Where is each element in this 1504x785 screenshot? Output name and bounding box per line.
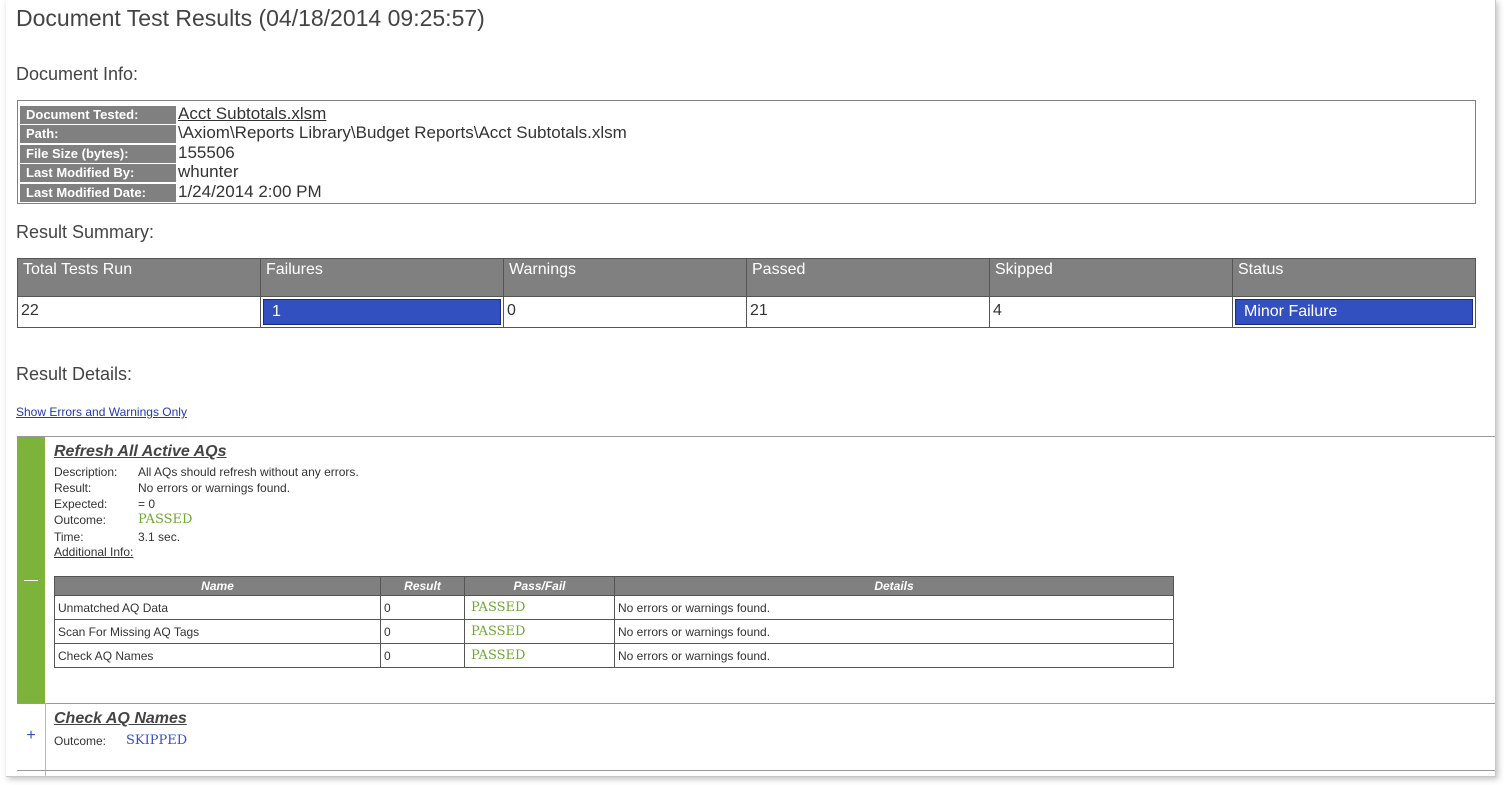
result-cell: 0 (380, 643, 465, 668)
document-info-box: Document Tested: Acct Subtotals.xlsm Pat… (17, 100, 1476, 204)
sub-results-table: Name Result Pass/Fail Details Unmatched … (54, 576, 1174, 668)
info-row-path: Path: \Axiom\Reports Library\Budget Repo… (20, 123, 1470, 144)
table-row: Unmatched AQ Data 0 PASSED No errors or … (54, 595, 1174, 620)
result-details-heading: Result Details: (16, 364, 133, 384)
summary-header: Total Tests Run (18, 259, 261, 296)
info-label: Document Tested: (20, 106, 176, 124)
report-page: Document Test Results (04/18/2014 09:25:… (6, 0, 1496, 777)
result-details: — Refresh All Active AQs Description: Al… (17, 436, 1495, 776)
failures-value: 1 (263, 299, 501, 325)
table-row: Scan For Missing AQ Tags 0 PASSED No err… (54, 619, 1174, 644)
document-info-heading: Document Info: (16, 64, 139, 84)
info-label: Path: (20, 125, 176, 143)
info-label: Last Modified Date: (20, 184, 176, 202)
info-value: \Axiom\Reports Library\Budget Reports\Ac… (178, 123, 627, 142)
field-label: Result: (54, 481, 92, 495)
info-value: 1/24/2014 2:00 PM (178, 182, 322, 201)
passed-value: 21 (747, 296, 990, 327)
info-label: Last Modified By: (20, 164, 176, 182)
outcome-value: SKIPPED (126, 733, 188, 748)
show-errors-warnings-link[interactable]: Show Errors and Warnings Only (16, 405, 187, 419)
info-label: File Size (bytes): (20, 145, 176, 163)
result-value: No errors or warnings found. (138, 481, 291, 495)
field-label: Expected: (54, 497, 108, 511)
summary-header: Passed (747, 259, 990, 296)
field-label: Description: (54, 465, 118, 479)
column-header: Pass/Fail (464, 576, 615, 596)
field-label: Outcome: (54, 734, 107, 748)
warnings-value: 0 (504, 296, 747, 327)
result-cell: 0 (380, 619, 465, 644)
status-cell: Minor Failure (1233, 296, 1475, 327)
field-label: Outcome: (54, 513, 107, 527)
details-cell: No errors or warnings found. (614, 595, 1174, 620)
row-divider (17, 703, 1495, 704)
summary-table: Total Tests Run Failures Warnings Passed… (17, 258, 1476, 328)
column-header: Details (614, 576, 1174, 596)
expected-value: = 0 (138, 497, 156, 511)
name-cell: Check AQ Names (54, 643, 381, 668)
details-cell: No errors or warnings found. (614, 643, 1174, 668)
info-row-last-modified-date: Last Modified Date: 1/24/2014 2:00 PM (20, 182, 1470, 203)
test-title-refresh-all-active-aqs: Refresh All Active AQs (54, 443, 227, 460)
row-divider (17, 770, 1495, 771)
pass-fail-cell: PASSED (464, 595, 615, 620)
name-cell: Scan For Missing AQ Tags (54, 619, 381, 644)
info-row-last-modified-by: Last Modified By: whunter (20, 162, 1470, 183)
summary-header: Status (1233, 259, 1475, 296)
name-cell: Unmatched AQ Data (54, 595, 381, 620)
page-title: Document Test Results (04/18/2014 09:25:… (16, 5, 485, 31)
pass-fail-cell: PASSED (464, 643, 615, 668)
toggle-column-divider (45, 703, 46, 776)
expand-icon[interactable]: + (17, 727, 45, 745)
summary-header: Warnings (504, 259, 747, 296)
summary-header: Skipped (990, 259, 1233, 296)
summary-header: Failures (261, 259, 504, 296)
column-header: Name (54, 576, 381, 596)
field-label: Time: (54, 530, 84, 544)
result-summary-heading: Result Summary: (16, 222, 155, 242)
pass-fail-cell: PASSED (464, 619, 615, 644)
failures-cell: 1 (261, 296, 504, 327)
collapse-icon[interactable]: — (17, 571, 45, 587)
description-value: All AQs should refresh without any error… (138, 465, 359, 479)
document-link[interactable]: Acct Subtotals.xlsm (178, 104, 326, 124)
table-row: Check AQ Names 0 PASSED No errors or war… (54, 643, 1174, 668)
status-badge: Minor Failure (1235, 299, 1473, 325)
result-cell: 0 (380, 595, 465, 620)
column-header: Result (380, 576, 465, 596)
time-value: 3.1 sec. (138, 530, 181, 544)
info-value: whunter (178, 162, 239, 181)
outcome-value: PASSED (138, 512, 193, 527)
test-title-check-aq-names: Check AQ Names (54, 710, 187, 727)
passed-status-bar (17, 437, 45, 703)
details-cell: No errors or warnings found. (614, 619, 1174, 644)
additional-info-link[interactable]: Additional Info: (54, 545, 133, 559)
info-value: 155506 (178, 143, 235, 162)
skipped-value: 4 (990, 296, 1233, 327)
total-tests-value: 22 (18, 296, 261, 327)
